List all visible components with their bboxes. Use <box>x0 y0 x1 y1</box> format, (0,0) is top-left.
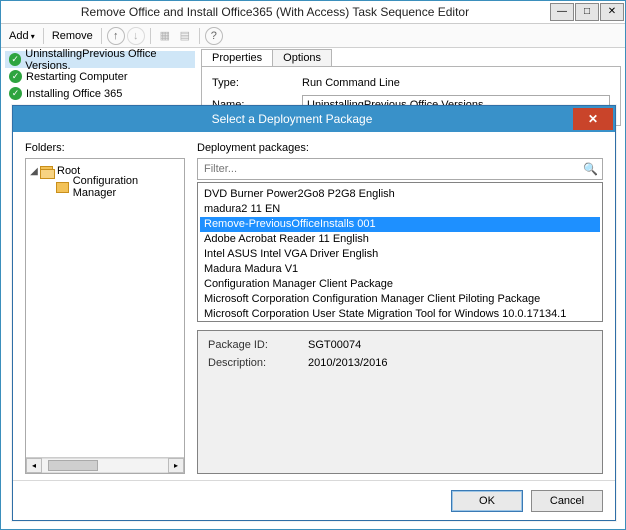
scroll-right-icon[interactable]: ▸ <box>168 458 184 473</box>
new-group-icon[interactable]: ▦ <box>156 27 174 45</box>
package-list-item[interactable]: Microsoft Corporation Configuration Mana… <box>200 292 600 307</box>
horizontal-scrollbar[interactable]: ◂ ▸ <box>26 457 184 473</box>
folder-open-icon <box>40 166 53 177</box>
sequence-step-label: UninstallingPrevious Office Versions. <box>25 48 195 72</box>
maximize-button[interactable]: □ <box>575 3 599 21</box>
dialog-footer: OK Cancel <box>13 480 615 520</box>
parent-window-title: Remove Office and Install Office365 (Wit… <box>1 5 549 19</box>
dialog-title: Select a Deployment Package <box>13 112 571 126</box>
remove-button[interactable]: Remove <box>48 28 97 44</box>
cancel-button[interactable]: Cancel <box>531 490 603 512</box>
sequence-step[interactable]: ✓ Installing Office 365 <box>5 85 195 102</box>
toolbar-separator <box>150 28 151 44</box>
ok-button[interactable]: OK <box>451 490 523 512</box>
package-list-item[interactable]: Adobe Acrobat Reader 11 English <box>200 232 600 247</box>
tab-options[interactable]: Options <box>272 49 332 66</box>
packages-label: Deployment packages: <box>197 142 603 154</box>
deployment-packages-list[interactable]: DVD Burner Power2Go8 P2G8 Englishmadura2… <box>197 182 603 322</box>
toolbar-separator <box>101 28 102 44</box>
package-list-item[interactable]: Configuration Manager Client Package <box>200 277 600 292</box>
toolbar-separator <box>43 28 44 44</box>
properties-icon[interactable]: ▤ <box>176 27 194 45</box>
package-list-item[interactable]: Remove-PreviousOfficeInstalls 001 <box>200 217 600 232</box>
sequence-step[interactable]: ✓ UninstallingPrevious Office Versions. <box>5 51 195 68</box>
sequence-step-label: Installing Office 365 <box>26 88 122 100</box>
package-details-panel: Package ID: SGT00074 Description: 2010/2… <box>197 330 603 474</box>
tree-item-config-mgr[interactable]: Configuration Manager <box>28 179 182 195</box>
package-list-item[interactable]: Microsoft Corporation User State Migrati… <box>200 307 600 322</box>
package-desc-value: 2010/2013/2016 <box>308 357 388 369</box>
folder-icon <box>56 182 69 193</box>
dialog-titlebar[interactable]: Select a Deployment Package ✕ <box>13 106 615 132</box>
package-list-item[interactable]: Madura Madura V1 <box>200 262 600 277</box>
task-sequence-editor-window: Remove Office and Install Office365 (Wit… <box>0 0 626 530</box>
package-list-item[interactable]: Intel ASUS Intel VGA Driver English <box>200 247 600 262</box>
folders-label: Folders: <box>25 142 185 154</box>
filter-input[interactable] <box>202 162 577 176</box>
add-dropdown[interactable]: Add <box>5 28 39 44</box>
checkmark-icon: ✓ <box>9 87 22 100</box>
move-up-icon[interactable]: ↑ <box>107 27 125 45</box>
checkmark-icon: ✓ <box>9 70 22 83</box>
tab-properties[interactable]: Properties <box>201 49 273 66</box>
tree-item-label: Configuration Manager <box>73 175 182 199</box>
close-parent-button[interactable]: ✕ <box>600 3 624 21</box>
package-id-label: Package ID: <box>208 339 308 351</box>
package-list-item[interactable]: madura2 11 EN <box>200 202 600 217</box>
folders-tree[interactable]: ◢ Root Configuration Manager ◂ ▸ <box>25 158 185 474</box>
select-deployment-package-dialog: Select a Deployment Package ✕ Folders: ◢… <box>12 105 616 521</box>
package-id-value: SGT00074 <box>308 339 361 351</box>
collapse-icon[interactable]: ◢ <box>28 166 40 177</box>
scrollbar-track[interactable] <box>42 458 168 473</box>
move-down-icon[interactable]: ↓ <box>127 27 145 45</box>
package-list-item[interactable]: DVD Burner Power2Go8 P2G8 English <box>200 187 600 202</box>
close-dialog-button[interactable]: ✕ <box>573 108 613 130</box>
search-icon[interactable]: 🔍 <box>577 162 598 176</box>
task-toolbar: Add Remove ↑ ↓ ▦ ▤ ? <box>1 24 625 48</box>
parent-titlebar[interactable]: Remove Office and Install Office365 (Wit… <box>1 1 625 24</box>
type-value: Run Command Line <box>302 77 610 89</box>
toolbar-separator <box>199 28 200 44</box>
minimize-button[interactable]: — <box>550 3 574 21</box>
help-icon[interactable]: ? <box>205 27 223 45</box>
checkmark-icon: ✓ <box>9 53 21 66</box>
filter-box[interactable]: 🔍 <box>197 158 603 180</box>
scrollbar-thumb[interactable] <box>48 460 98 471</box>
package-desc-label: Description: <box>208 357 308 369</box>
sequence-step-label: Restarting Computer <box>26 71 128 83</box>
scroll-left-icon[interactable]: ◂ <box>26 458 42 473</box>
type-label: Type: <box>212 77 302 89</box>
